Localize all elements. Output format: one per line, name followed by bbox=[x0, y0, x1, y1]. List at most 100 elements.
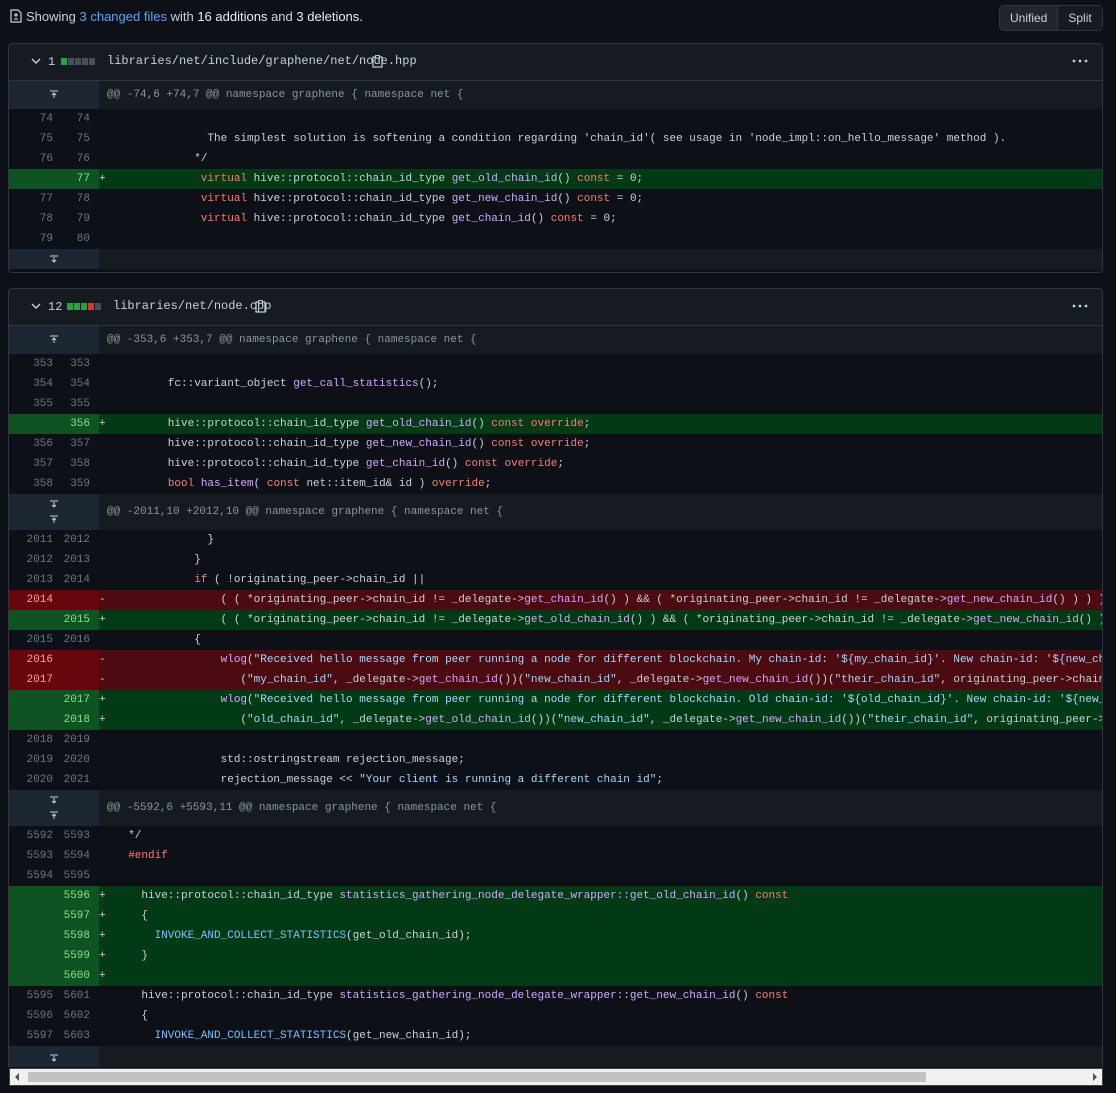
new-line-number[interactable]: 5597 bbox=[53, 906, 90, 926]
new-line-number[interactable]: 359 bbox=[53, 474, 90, 494]
new-line-number[interactable]: 2016 bbox=[53, 630, 90, 650]
expand-down-button[interactable] bbox=[9, 249, 99, 269]
new-line-number[interactable]: 2017 bbox=[53, 690, 90, 710]
old-line-number[interactable]: 79 bbox=[9, 229, 53, 249]
old-line-number[interactable]: 354 bbox=[9, 374, 53, 394]
new-line-number[interactable]: 2020 bbox=[53, 750, 90, 770]
split-button[interactable]: Split bbox=[1058, 6, 1102, 30]
old-line-number[interactable]: 355 bbox=[9, 394, 53, 414]
old-line-number[interactable]: 75 bbox=[9, 129, 53, 149]
new-line-number[interactable] bbox=[53, 670, 90, 690]
new-line-number[interactable]: 5601 bbox=[53, 986, 90, 1006]
old-line-number[interactable] bbox=[9, 414, 53, 434]
old-line-number[interactable]: 5596 bbox=[9, 1006, 53, 1026]
scroll-left-icon[interactable] bbox=[13, 1072, 21, 1082]
context-line: 74 74 bbox=[9, 109, 1102, 129]
old-line-number[interactable]: 357 bbox=[9, 454, 53, 474]
added-line: 2015 + ( ( *originating_peer->chain_id !=… bbox=[9, 610, 1102, 630]
expand-down-icon bbox=[50, 796, 58, 804]
diff-sign bbox=[99, 209, 115, 229]
new-line-number[interactable]: 5598 bbox=[53, 926, 90, 946]
expand-up-icon bbox=[50, 335, 58, 343]
old-line-number[interactable]: 2019 bbox=[9, 750, 53, 770]
horizontal-scrollbar[interactable] bbox=[9, 1068, 1103, 1086]
copy-icon[interactable] bbox=[255, 300, 266, 313]
copy-icon[interactable] bbox=[372, 55, 383, 68]
new-line-number[interactable]: 80 bbox=[53, 229, 90, 249]
new-line-number[interactable]: 5602 bbox=[53, 1006, 90, 1026]
old-line-number[interactable]: 2016 bbox=[9, 650, 53, 670]
unified-button[interactable]: Unified bbox=[1000, 6, 1059, 30]
new-line-number[interactable]: 353 bbox=[53, 354, 90, 374]
new-line-number[interactable]: 357 bbox=[53, 434, 90, 454]
new-line-number[interactable]: 75 bbox=[53, 129, 90, 149]
old-line-number[interactable]: 358 bbox=[9, 474, 53, 494]
new-line-number[interactable]: 2018 bbox=[53, 710, 90, 730]
diff-sign: + bbox=[99, 890, 106, 902]
old-line-number[interactable]: 5595 bbox=[9, 986, 53, 1006]
new-line-number[interactable]: 77 bbox=[53, 169, 90, 189]
new-line-number[interactable]: 5593 bbox=[53, 826, 90, 846]
deleted-line: 2017 - ("my_chain_id", _delegate->get_cha… bbox=[9, 670, 1102, 690]
new-line-number[interactable]: 2014 bbox=[53, 570, 90, 590]
context-line: 79 80 bbox=[9, 229, 1102, 249]
new-line-number[interactable]: 355 bbox=[53, 394, 90, 414]
new-line-number[interactable]: 5596 bbox=[53, 886, 90, 906]
old-line-number[interactable]: 2018 bbox=[9, 730, 53, 750]
hunk-header: @@ -2011,10 +2012,10 @@ namespace graphe… bbox=[9, 494, 1102, 530]
expand-both-button[interactable] bbox=[9, 494, 99, 530]
expand-down-button[interactable] bbox=[9, 1046, 99, 1067]
code-text: */ bbox=[115, 830, 142, 842]
old-line-number[interactable]: 353 bbox=[9, 354, 53, 374]
expand-up-button[interactable] bbox=[9, 326, 99, 354]
kebab-menu-icon[interactable] bbox=[1072, 300, 1088, 312]
new-line-number[interactable]: 356 bbox=[53, 414, 90, 434]
new-line-number[interactable]: 76 bbox=[53, 149, 90, 169]
new-line-number[interactable]: 74 bbox=[53, 109, 90, 129]
old-line-number[interactable] bbox=[9, 169, 53, 189]
new-line-number[interactable]: 5599 bbox=[53, 946, 90, 966]
chevron-down-icon[interactable] bbox=[31, 56, 41, 66]
expand-up-button[interactable] bbox=[9, 81, 99, 109]
kebab-menu-icon[interactable] bbox=[1072, 55, 1088, 67]
old-line-number[interactable]: 356 bbox=[9, 434, 53, 454]
new-line-number[interactable]: 2013 bbox=[53, 550, 90, 570]
new-line-number[interactable]: 5595 bbox=[53, 866, 90, 886]
old-line-number[interactable]: 74 bbox=[9, 109, 53, 129]
new-line-number[interactable]: 78 bbox=[53, 189, 90, 209]
diff-sign: + bbox=[99, 418, 106, 430]
chevron-down-icon[interactable] bbox=[31, 301, 41, 311]
new-line-number[interactable]: 2012 bbox=[53, 530, 90, 550]
old-line-number[interactable] bbox=[9, 966, 53, 986]
changed-files-link[interactable]: 3 changed files bbox=[80, 9, 167, 24]
new-line-number[interactable]: 5603 bbox=[53, 1026, 90, 1046]
scroll-right-icon[interactable] bbox=[1091, 1072, 1099, 1082]
old-line-number[interactable]: 77 bbox=[9, 189, 53, 209]
old-line-number[interactable]: 2020 bbox=[9, 770, 53, 790]
new-line-number[interactable]: 5594 bbox=[53, 846, 90, 866]
new-line-number[interactable]: 2019 bbox=[53, 730, 90, 750]
new-line-number[interactable]: 5600 bbox=[53, 966, 90, 986]
file-path[interactable]: libraries/net/include/graphene/net/node.… bbox=[107, 54, 417, 68]
old-line-number[interactable]: 2017 bbox=[9, 670, 53, 690]
old-line-number[interactable]: 5597 bbox=[9, 1026, 53, 1046]
new-line-number[interactable]: 2015 bbox=[53, 610, 90, 630]
new-line-number[interactable] bbox=[53, 590, 90, 610]
old-line-number[interactable] bbox=[9, 946, 53, 966]
new-line-number[interactable]: 2021 bbox=[53, 770, 90, 790]
diff-sign: + bbox=[99, 694, 106, 706]
diff-sign bbox=[99, 750, 115, 770]
old-line-number[interactable]: 76 bbox=[9, 149, 53, 169]
old-line-number[interactable] bbox=[9, 710, 53, 730]
scrollbar-thumb[interactable] bbox=[28, 1072, 926, 1082]
new-line-number[interactable]: 354 bbox=[53, 374, 90, 394]
new-line-number[interactable]: 358 bbox=[53, 454, 90, 474]
new-line-number[interactable] bbox=[53, 650, 90, 670]
new-line-number[interactable]: 79 bbox=[53, 209, 90, 229]
old-line-number[interactable]: 78 bbox=[9, 209, 53, 229]
old-line-number[interactable] bbox=[9, 690, 53, 710]
file-path[interactable]: libraries/net/node.cpp bbox=[113, 299, 271, 313]
expand-both-button[interactable] bbox=[9, 790, 99, 826]
